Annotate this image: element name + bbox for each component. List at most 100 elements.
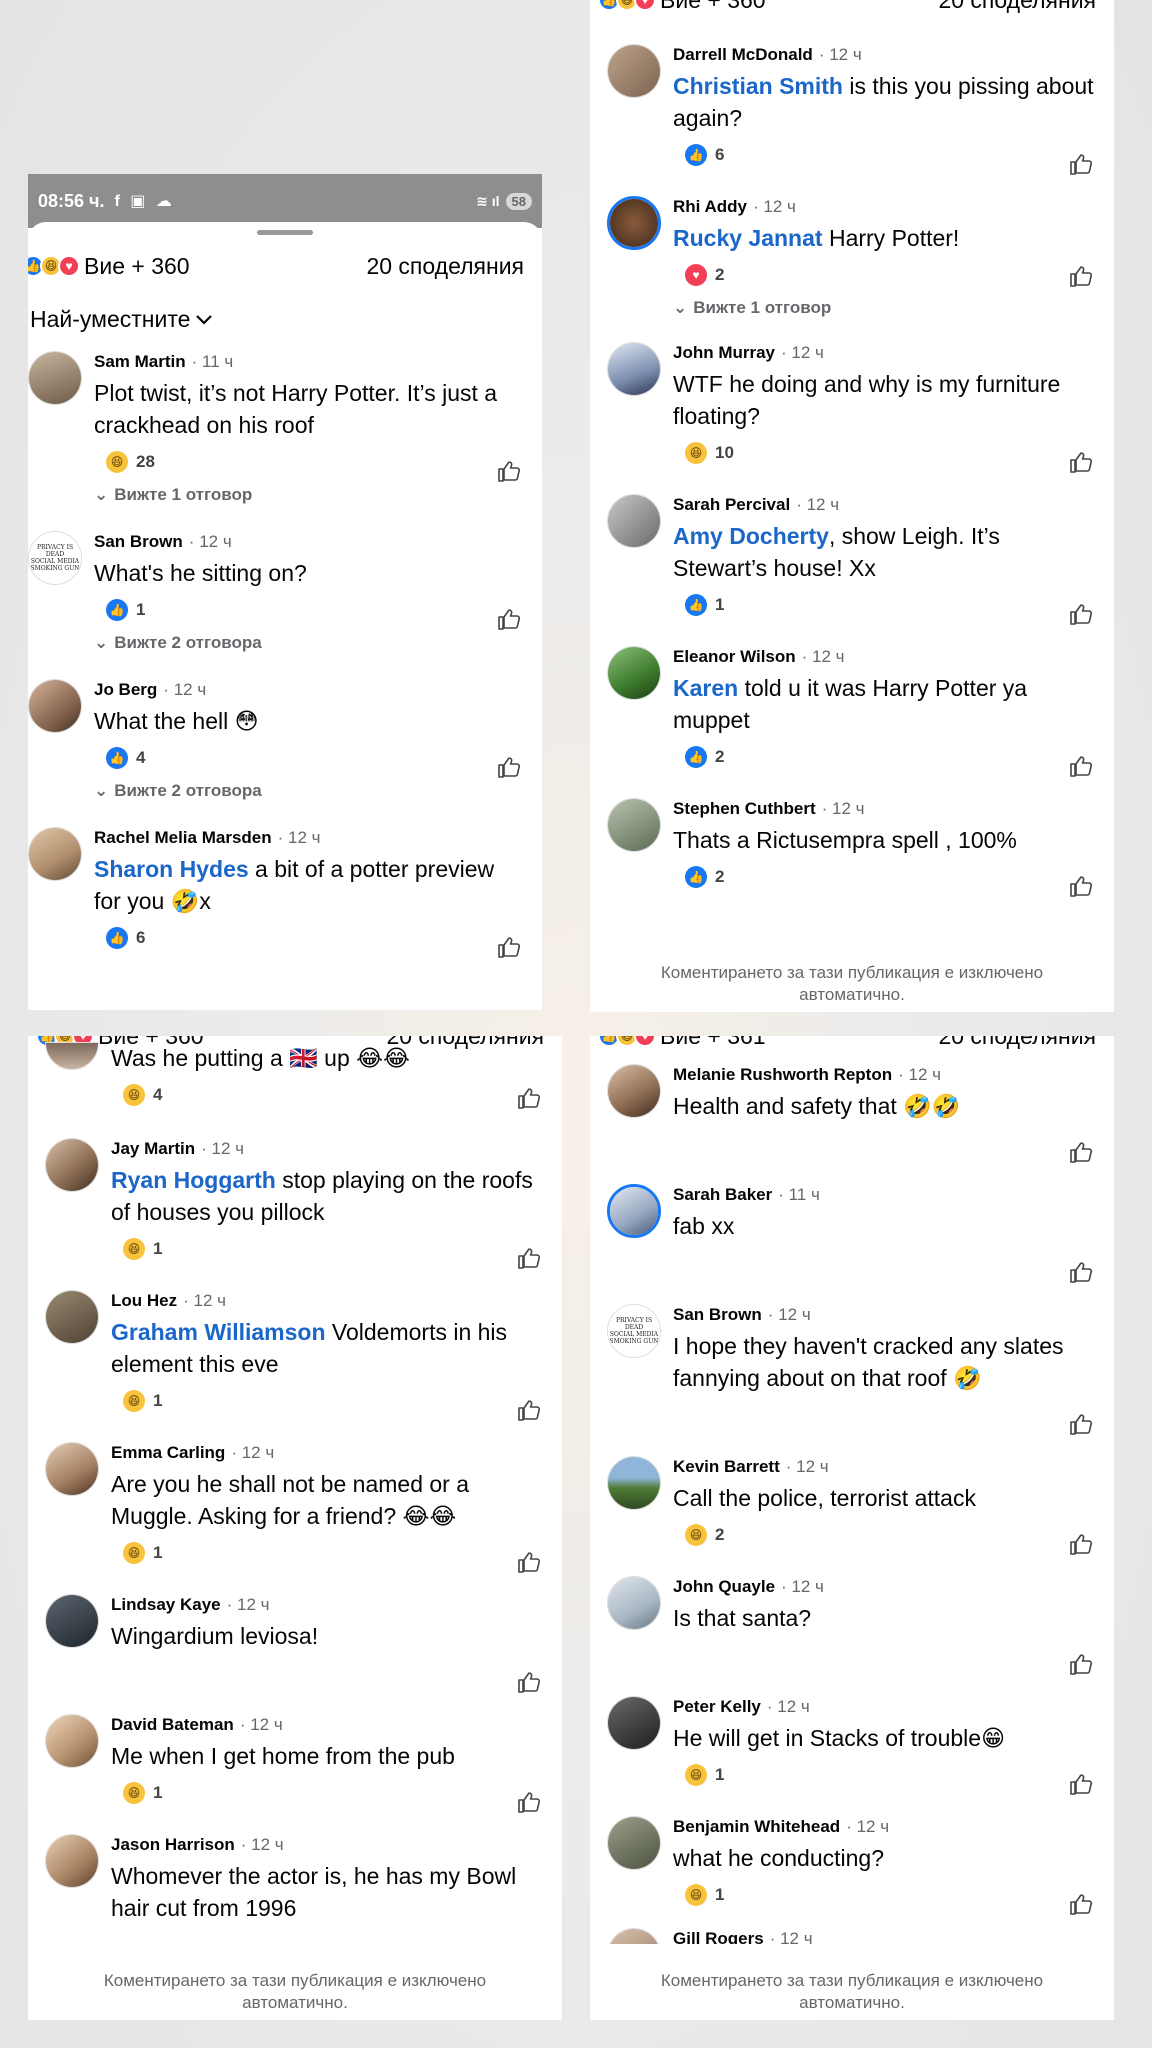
comment-time[interactable]: 12 ч [174, 680, 207, 699]
comment-time[interactable]: 12 ч [288, 828, 321, 847]
sheet-handle[interactable] [28, 222, 542, 244]
avatar[interactable] [607, 494, 661, 548]
comment-reactions[interactable]: 😆 1 [111, 1778, 542, 1808]
mention-link[interactable]: Karen [673, 675, 738, 701]
comment-time[interactable]: 11 ч [202, 352, 233, 371]
like-icon[interactable] [516, 1398, 542, 1422]
avatar[interactable] [607, 196, 661, 250]
comment-reactions[interactable]: 👍 4 [94, 743, 522, 773]
avatar[interactable] [28, 351, 82, 405]
comment-author[interactable]: Kevin Barrett [673, 1456, 780, 1478]
avatar[interactable] [45, 1594, 99, 1648]
comment-reactions[interactable]: 😆 1 [673, 1760, 1094, 1790]
comment-time[interactable]: 12 ч [832, 799, 865, 818]
like-icon[interactable] [496, 607, 522, 631]
shares-count[interactable]: 20 споделяния [366, 253, 524, 280]
comment-reactions[interactable]: 😆 28 [94, 447, 522, 477]
like-icon[interactable] [1068, 1260, 1094, 1284]
comment-time[interactable]: 12 ч [778, 1305, 811, 1324]
view-replies-link[interactable]: ⌄ Вижте 2 отговора [94, 781, 522, 801]
mention-link[interactable]: Amy Docherty [673, 523, 829, 549]
comment-author[interactable]: Jason Harrison [111, 1834, 235, 1856]
avatar[interactable] [607, 1928, 661, 1944]
comment-time[interactable]: 12 ч [237, 1595, 270, 1614]
like-icon[interactable] [1068, 1140, 1094, 1164]
comment-author[interactable]: San Brown [94, 531, 183, 553]
like-icon[interactable] [516, 1550, 542, 1574]
comment-author[interactable]: Sarah Percival [673, 494, 790, 516]
comment-author[interactable]: John Quayle [673, 1576, 775, 1598]
mention-link[interactable]: Rucky Jannat [673, 225, 823, 251]
avatar[interactable]: PRIVACY IS DEAD SOCIAL MEDIA SMOKING GUN [28, 531, 82, 585]
comment-reactions[interactable]: 👍 1 [673, 590, 1094, 620]
sort-dropdown[interactable]: Най-уместните [28, 288, 542, 347]
comment-author[interactable]: Sarah Baker [673, 1184, 772, 1206]
comment-time[interactable]: 12 ч [857, 1817, 890, 1836]
avatar[interactable] [45, 1442, 99, 1496]
comment-time[interactable]: 12 ч [251, 1835, 284, 1854]
comment-time[interactable]: 12 ч [791, 1577, 824, 1596]
like-icon[interactable] [516, 1086, 542, 1110]
reactions-count[interactable]: Вие + 360 [660, 0, 766, 14]
avatar[interactable] [45, 1714, 99, 1768]
comment-reactions[interactable]: 👍 2 [673, 742, 1094, 772]
comment-reactions[interactable]: 😆 1 [111, 1234, 542, 1264]
comment-author[interactable]: Jo Berg [94, 679, 157, 701]
like-icon[interactable] [496, 755, 522, 779]
comment-time[interactable]: 12 ч [763, 197, 796, 216]
like-icon[interactable] [516, 1790, 542, 1814]
comment-author[interactable]: Sam Martin [94, 351, 186, 373]
comment-time[interactable]: 12 ч [199, 532, 232, 551]
comment-reactions[interactable]: 😆 2 [673, 1520, 1094, 1550]
avatar[interactable] [28, 679, 82, 733]
comment-time[interactable]: 12 ч [780, 1929, 813, 1944]
like-icon[interactable] [1068, 874, 1094, 898]
comment-time[interactable]: 12 ч [250, 1715, 283, 1734]
comment-time[interactable]: 12 ч [909, 1065, 942, 1084]
like-icon[interactable] [1068, 1892, 1094, 1916]
avatar[interactable] [607, 1696, 661, 1750]
comment-reactions[interactable]: 👍 2 [673, 862, 1094, 892]
comment-time[interactable]: 11 ч [789, 1185, 820, 1204]
comment-reactions[interactable]: 👍 1 [94, 595, 522, 625]
like-icon[interactable] [496, 459, 522, 483]
comment-author[interactable]: Gill Rogers [673, 1928, 764, 1944]
avatar[interactable] [607, 1184, 661, 1238]
comment-author[interactable]: Darrell McDonald [673, 44, 813, 66]
avatar[interactable] [45, 1138, 99, 1192]
avatar[interactable] [28, 827, 82, 881]
reactions-count[interactable]: Вие + 360 [84, 253, 190, 280]
comment-author[interactable]: Jay Martin [111, 1138, 195, 1160]
shares-count[interactable]: 20 споделяния [938, 0, 1096, 14]
comment-author[interactable]: Stephen Cuthbert [673, 798, 816, 820]
avatar[interactable] [607, 646, 661, 700]
like-icon[interactable] [1068, 264, 1094, 288]
comment-author[interactable]: David Bateman [111, 1714, 234, 1736]
mention-link[interactable]: Ryan Hoggarth [111, 1167, 276, 1193]
comment-time[interactable]: 12 ч [807, 495, 840, 514]
avatar[interactable] [607, 342, 661, 396]
like-icon[interactable] [1068, 450, 1094, 474]
avatar[interactable]: PRIVACY IS DEAD SOCIAL MEDIA SMOKING GUN [607, 1304, 661, 1358]
like-icon[interactable] [1068, 1652, 1094, 1676]
comment-time[interactable]: 12 ч [791, 343, 824, 362]
comment-time[interactable]: 12 ч [194, 1291, 227, 1310]
comment-time[interactable]: 12 ч [777, 1697, 810, 1716]
comment-author[interactable]: Eleanor Wilson [673, 646, 796, 668]
comment-reactions[interactable]: 👍 6 [673, 140, 1094, 170]
comment-time[interactable]: 12 ч [796, 1457, 829, 1476]
reactions-summary[interactable]: 👍😆♥ Вие + 360 20 споделяния [28, 244, 542, 288]
comment-author[interactable]: Rhi Addy [673, 196, 747, 218]
comment-author[interactable]: Rachel Melia Marsden [94, 827, 272, 849]
avatar[interactable] [607, 1816, 661, 1870]
mention-link[interactable]: Sharon Hydes [94, 856, 249, 882]
avatar[interactable] [607, 44, 661, 98]
avatar[interactable] [607, 1064, 661, 1118]
like-icon[interactable] [1068, 1532, 1094, 1556]
comment-author[interactable]: Peter Kelly [673, 1696, 761, 1718]
like-icon[interactable] [496, 935, 522, 959]
view-replies-link[interactable]: ⌄ Вижте 1 отговор [94, 485, 522, 505]
avatar[interactable] [45, 1042, 99, 1070]
reactions-summary[interactable]: 👍😆♥ Вие + 361 20 споделяния [590, 1036, 1114, 1050]
comment-reactions[interactable]: 😆 10 [673, 438, 1094, 468]
